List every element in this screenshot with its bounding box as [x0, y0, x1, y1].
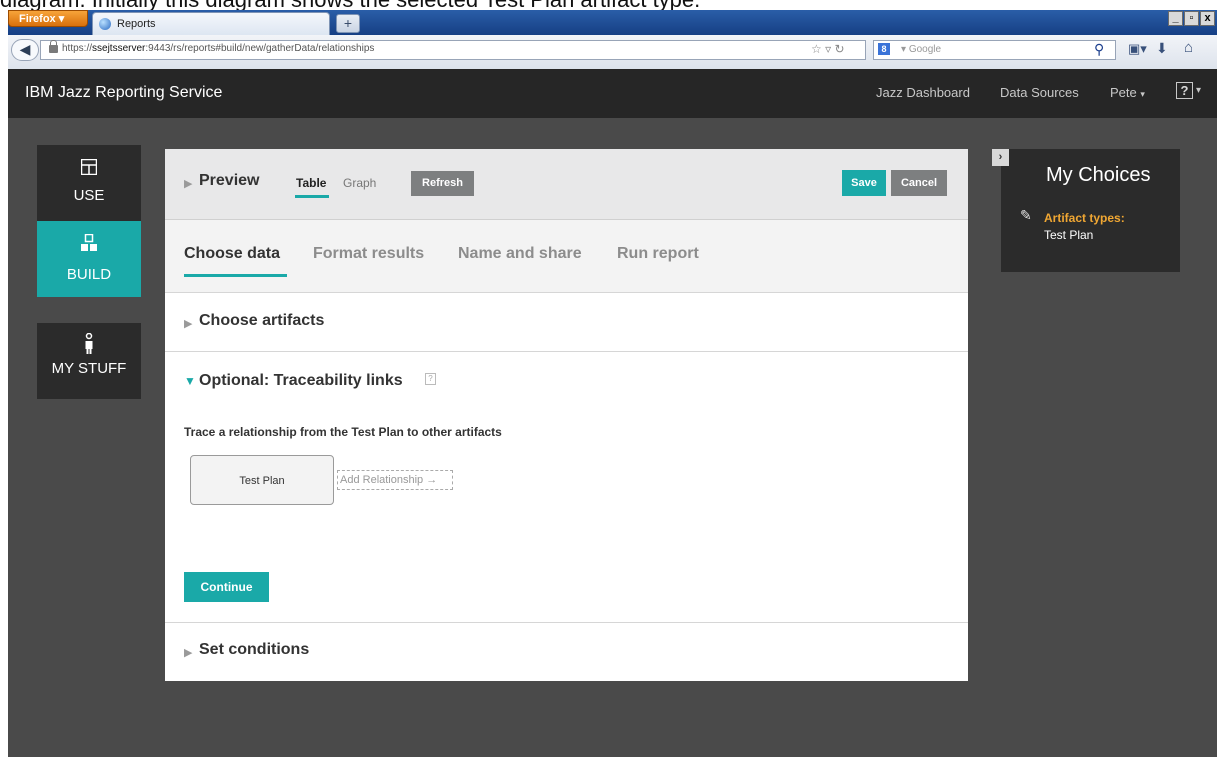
jazz-dashboard-link[interactable]: Jazz Dashboard — [876, 85, 970, 100]
refresh-button[interactable]: Refresh — [411, 171, 474, 196]
arrow-right-icon: → — [426, 474, 438, 486]
person-icon — [85, 333, 93, 354]
data-sources-link[interactable]: Data Sources — [1000, 85, 1079, 100]
choose-artifacts-header[interactable]: Choose artifacts — [199, 312, 324, 330]
bookmark-star-icon[interactable]: ☆ ▿ ↻ — [811, 42, 845, 56]
lock-icon — [49, 40, 58, 53]
help-icon[interactable]: ? — [425, 373, 436, 385]
trace-description: Trace a relationship from the Test Plan … — [184, 425, 502, 439]
chevron-down-icon[interactable]: ▾ — [1196, 85, 1201, 96]
divider — [165, 351, 968, 352]
window-maximize-button[interactable]: ▫ — [1184, 11, 1199, 26]
expand-arrow-icon[interactable]: ▶ — [184, 646, 192, 659]
tab-graph[interactable]: Graph — [343, 176, 376, 190]
expand-arrow-icon[interactable]: ▶ — [184, 177, 192, 190]
window-close-button[interactable]: x — [1200, 11, 1215, 26]
chevron-right-icon[interactable]: › — [992, 149, 1009, 166]
google-engine-icon[interactable]: 8 — [878, 43, 890, 55]
help-button[interactable]: ? — [1176, 82, 1193, 99]
app-title: IBM Jazz Reporting Service — [25, 84, 223, 101]
step-name-and-share[interactable]: Name and share — [458, 245, 582, 263]
chevron-down-icon: ▾ — [1140, 89, 1145, 99]
add-relationship-button[interactable]: Add Relationship → — [337, 470, 453, 490]
continue-button[interactable]: Continue — [184, 572, 269, 602]
artifact-types-label[interactable]: Artifact types: — [1044, 211, 1125, 225]
url-host: ssejtsserver — [92, 43, 146, 54]
tab-table[interactable]: Table — [296, 176, 326, 190]
cancel-button[interactable]: Cancel — [891, 170, 947, 196]
new-tab-button[interactable]: + — [336, 14, 360, 33]
browser-tab-title: Reports — [117, 18, 156, 30]
divider — [165, 622, 968, 623]
firefox-menu-button[interactable]: Firefox ▾ — [8, 10, 88, 27]
nav-use-label: USE — [73, 187, 105, 204]
url-path: :9443/rs/reports#build/new/gatherData/re… — [145, 43, 375, 54]
url-text[interactable]: https://ssejtsserver:9443/rs/reports#bui… — [62, 43, 374, 54]
table-icon — [81, 159, 97, 175]
nav-build-label: BUILD — [66, 266, 112, 283]
download-icon[interactable]: ⬇ — [1156, 40, 1168, 57]
active-tab-indicator — [295, 195, 329, 198]
my-choices-title: My Choices — [1046, 164, 1151, 186]
nav-use[interactable]: USE — [37, 145, 141, 221]
traceability-header[interactable]: Optional: Traceability links — [199, 372, 403, 390]
step-choose-data[interactable]: Choose data — [184, 245, 280, 263]
reports-favicon-icon — [99, 18, 111, 30]
window-minimize-button[interactable]: _ — [1168, 11, 1183, 26]
collapse-arrow-icon[interactable]: ▼ — [184, 374, 196, 388]
step-format-results[interactable]: Format results — [313, 245, 424, 263]
url-scheme: https:// — [62, 43, 93, 54]
bookmarks-icon[interactable]: ▣▾ — [1128, 41, 1147, 57]
artifact-node-test-plan[interactable]: Test Plan — [190, 455, 334, 505]
search-placeholder-text: Google — [908, 44, 942, 55]
firefox-menu-label: Firefox — [19, 13, 56, 25]
artifact-types-value: Test Plan — [1044, 228, 1094, 242]
back-arrow-icon[interactable]: ◀ — [11, 39, 39, 61]
nav-my-stuff-label: MY STUFF — [51, 360, 127, 377]
preview-title[interactable]: Preview — [199, 172, 259, 190]
set-conditions-header[interactable]: Set conditions — [199, 641, 309, 659]
save-button[interactable]: Save — [842, 170, 886, 196]
user-menu[interactable]: Pete ▾ — [1110, 85, 1145, 100]
search-placeholder: ▾ Google — [901, 44, 942, 55]
active-step-indicator — [184, 274, 287, 277]
pencil-icon[interactable]: ✎ — [1020, 207, 1032, 224]
nav-build[interactable]: BUILD — [37, 221, 141, 297]
home-icon[interactable]: ⌂ — [1184, 39, 1193, 56]
add-relationship-label: Add Relationship — [340, 474, 424, 486]
blocks-icon — [81, 234, 97, 251]
step-run-report[interactable]: Run report — [617, 245, 699, 263]
user-name: Pete — [1110, 85, 1137, 100]
nav-my-stuff[interactable]: MY STUFF — [37, 323, 141, 399]
expand-arrow-icon[interactable]: ▶ — [184, 317, 192, 330]
browser-tab-reports[interactable]: Reports — [92, 12, 330, 35]
search-icon[interactable]: ⚲ — [1094, 41, 1104, 58]
